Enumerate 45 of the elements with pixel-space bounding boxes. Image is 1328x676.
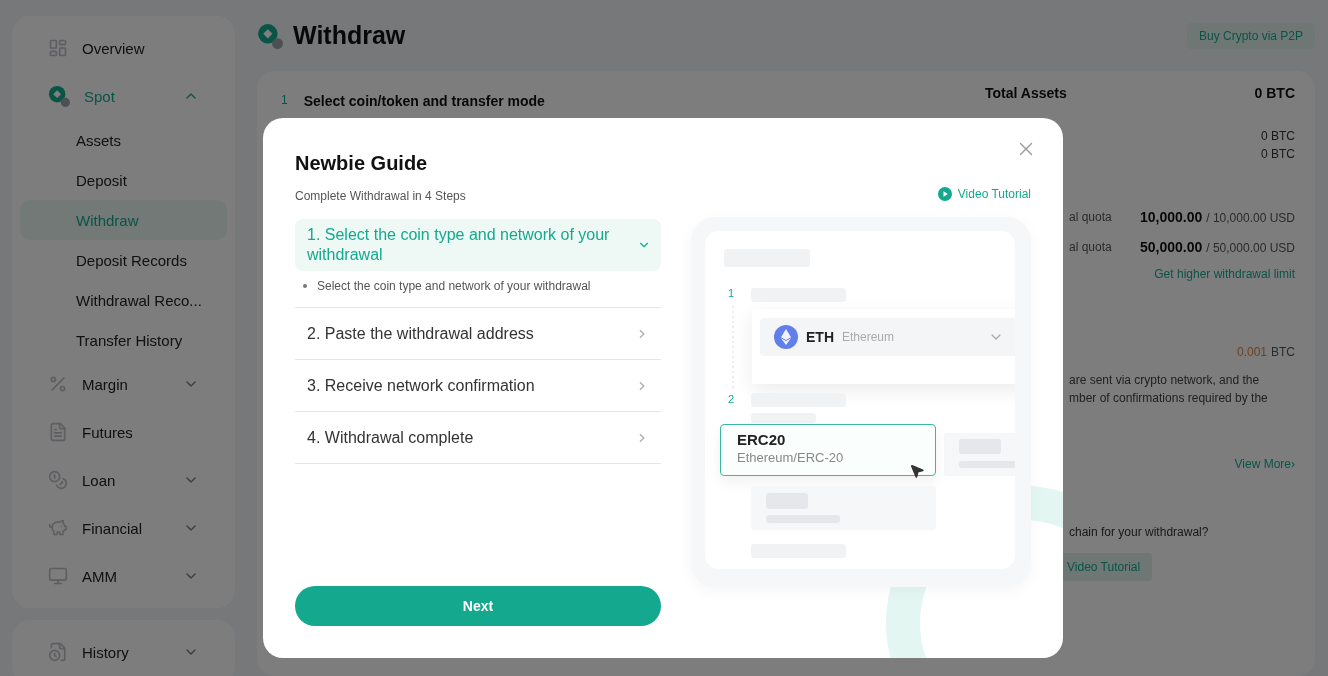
step-number: 1	[281, 93, 288, 109]
sidebar-subitem[interactable]: Withdrawal Reco...	[20, 280, 227, 320]
quota-label: al quota	[1068, 240, 1112, 254]
coin-symbol: ETH	[806, 329, 834, 345]
question-text: chain for your withdrawal?	[1069, 525, 1210, 539]
total-assets-label: Total Assets	[985, 85, 1067, 101]
sidebar-subitem[interactable]: Deposit	[20, 160, 227, 200]
notice-text: mber of confirmations required by the	[1069, 391, 1269, 405]
fee-unit: BTC	[1271, 345, 1295, 359]
sidebar-item[interactable]: Financial	[20, 504, 227, 552]
sidebar-item[interactable]: Margin	[20, 360, 227, 408]
dialog-title: Newbie Guide	[295, 152, 428, 175]
fee-amount: 0.001	[1236, 345, 1267, 359]
balance-value: 0 BTC	[1261, 129, 1295, 143]
quota-limit: / 50,000.00 USD	[1206, 241, 1295, 255]
balance-value: 0 BTC	[1261, 147, 1295, 161]
video-tutorial-link[interactable]: Video Tutorial	[937, 187, 1031, 201]
quota-used: 10,000.00	[1139, 209, 1203, 225]
sidebar-item[interactable]: AMM	[20, 552, 227, 600]
network-name: ERC20	[737, 431, 787, 448]
step-header[interactable]: 2. Paste the withdrawal address	[295, 308, 661, 359]
network-detail: Ethereum/ERC-20	[737, 450, 845, 465]
sidebar-subitem[interactable]: Transfer History	[20, 320, 227, 360]
step-title: Select coin/token and transfer mode	[303, 93, 545, 109]
coin-name: Ethereum	[842, 330, 895, 344]
step-header[interactable]: 1. Select the coin type and network of your withdrawal	[295, 219, 661, 271]
sidebar-subitem[interactable]: Deposit Records	[20, 240, 227, 280]
dialog-subtitle: Complete Withdrawal in 4 Steps	[295, 189, 467, 203]
quota-limit: / 10,000.00 USD	[1206, 211, 1295, 225]
next-button[interactable]: Next	[295, 586, 661, 626]
step-detail: Select the coin type and network of your withdrawal	[317, 279, 591, 293]
step-header[interactable]: 3. Receive network confirmation	[295, 360, 661, 411]
sidebar-item[interactable]: Loan	[20, 456, 227, 504]
sidebar-item[interactable]: Futures	[20, 408, 227, 456]
quota-used: 50,000.00	[1139, 239, 1203, 255]
sidebar-item[interactable]: History	[20, 628, 227, 676]
step-number: 1	[728, 287, 735, 299]
sidebar-item[interactable]: Overview	[20, 24, 227, 72]
notice-text: are sent via crypto network, and the	[1069, 373, 1261, 387]
step-number: 2	[728, 393, 735, 405]
sidebar-subitem[interactable]: Assets	[20, 120, 227, 160]
step-header[interactable]: 4. Withdrawal complete	[295, 412, 661, 463]
total-assets-value: 0 BTC	[1254, 85, 1295, 101]
quota-label: al quota	[1068, 210, 1112, 224]
page-title: Withdraw	[293, 21, 406, 50]
